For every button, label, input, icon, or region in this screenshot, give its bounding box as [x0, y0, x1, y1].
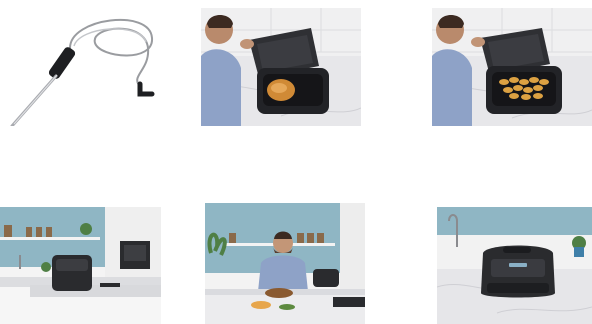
grill-closed-image [437, 207, 592, 324]
kitchen-wide-image [0, 207, 161, 324]
thumbnail-thermometer-probe[interactable] [0, 8, 164, 126]
grill-fries-image [432, 8, 592, 126]
thermometer-probe-image [0, 8, 164, 126]
chef-cooking-image [205, 203, 365, 324]
thumbnail-grill-open-chicken[interactable] [201, 8, 361, 126]
grill-chicken-image [201, 8, 361, 126]
thumbnail-grill-closed-countertop[interactable] [437, 207, 592, 324]
thumbnail-kitchen-wide-grill[interactable] [0, 207, 161, 324]
thumbnail-chef-cooking[interactable] [205, 203, 365, 324]
product-image-gallery [0, 0, 592, 324]
thumbnail-grill-open-fries[interactable] [432, 8, 592, 126]
